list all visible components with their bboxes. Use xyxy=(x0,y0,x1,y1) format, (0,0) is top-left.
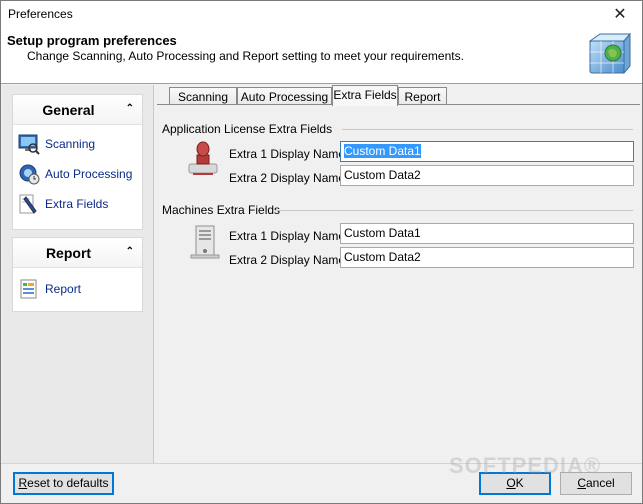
report-panel-title: Report xyxy=(45,245,92,261)
machine-tower-icon xyxy=(190,225,220,259)
sidebar-item-label: Scanning xyxy=(45,137,96,151)
title-bar: Preferences ✕ xyxy=(1,1,642,29)
license-stamp-icon xyxy=(188,141,218,175)
machine-extra1-label: Extra 1 Display Name: xyxy=(229,229,349,243)
tab-report[interactable]: Report xyxy=(398,87,447,105)
scanning-monitor-icon xyxy=(18,134,40,155)
window-title: Preferences xyxy=(8,7,73,21)
reset-to-defaults-button[interactable]: Reset to defaults xyxy=(13,472,114,495)
watermark-text: SOFTPEDIA® xyxy=(449,453,602,478)
tab-scanning[interactable]: Scanning xyxy=(169,87,237,105)
machine-extra2-label: Extra 2 Display Name: xyxy=(229,253,349,267)
general-panel-header[interactable]: General ⌃ xyxy=(13,95,142,125)
application-group-title: Application License Extra Fields xyxy=(162,122,333,136)
sidebar-item-scanning[interactable]: Scanning xyxy=(13,129,142,159)
machine-extra2-input[interactable]: Custom Data2 xyxy=(340,247,634,268)
preferences-window: Preferences ✕ Setup program preferences … xyxy=(0,0,643,504)
collapse-chevron-icon[interactable]: ⌃ xyxy=(126,246,134,257)
app-extra2-label: Extra 2 Display Name: xyxy=(229,171,349,185)
sidebar-item-report[interactable]: Report xyxy=(13,274,142,304)
sidebar-item-label: Auto Processing xyxy=(45,167,133,181)
header-subtitle: Change Scanning, Auto Processing and Rep… xyxy=(27,49,464,63)
machine-extra1-input[interactable]: Custom Data1 xyxy=(340,223,634,244)
tab-auto-processing[interactable]: Auto Processing xyxy=(237,87,332,105)
sidebar-item-extra-fields[interactable]: Extra Fields xyxy=(13,189,142,219)
sidebar-item-label: Extra Fields xyxy=(45,197,109,211)
sidebar-item-label: Report xyxy=(45,282,82,296)
tab-extra-fields[interactable]: Extra Fields xyxy=(332,85,398,106)
report-document-icon xyxy=(20,279,37,299)
sidebar-item-auto-processing[interactable]: Auto Processing xyxy=(13,159,142,189)
tab-label: Scanning xyxy=(177,90,229,104)
globe-box-icon xyxy=(588,32,632,75)
app-extra2-input[interactable]: Custom Data2 xyxy=(340,165,634,186)
extra-fields-pencil-icon xyxy=(19,194,37,214)
close-button[interactable]: ✕ xyxy=(598,1,642,29)
report-panel: Report ⌃ Report xyxy=(12,237,143,312)
header-banner: Setup program preferences Change Scannin… xyxy=(1,29,642,84)
app-extra1-label: Extra 1 Display Name: xyxy=(229,147,349,161)
group-divider xyxy=(275,210,633,211)
report-panel-header[interactable]: Report ⌃ xyxy=(13,238,142,268)
tab-strip: Scanning Auto Processing Extra Fields Re… xyxy=(155,85,642,106)
auto-processing-icon xyxy=(19,164,40,185)
extra-fields-page: Application License Extra Fields Extra 1… xyxy=(157,104,640,461)
header-title: Setup program preferences xyxy=(7,33,177,48)
app-extra1-input[interactable]: Custom Data1 xyxy=(340,141,634,162)
tab-label: Report xyxy=(404,90,441,104)
sidebar: General ⌃ Scanning Auto Processing Extra… xyxy=(2,85,154,463)
general-panel-title: General xyxy=(42,102,95,118)
collapse-chevron-icon[interactable]: ⌃ xyxy=(126,103,134,114)
tab-label: Auto Processing xyxy=(240,90,329,104)
group-divider xyxy=(342,129,633,130)
machines-group-title: Machines Extra Fields xyxy=(162,203,281,217)
tab-label: Extra Fields xyxy=(333,88,397,102)
general-panel: General ⌃ Scanning Auto Processing Extra… xyxy=(12,94,143,230)
content-area: Scanning Auto Processing Extra Fields Re… xyxy=(155,85,642,463)
